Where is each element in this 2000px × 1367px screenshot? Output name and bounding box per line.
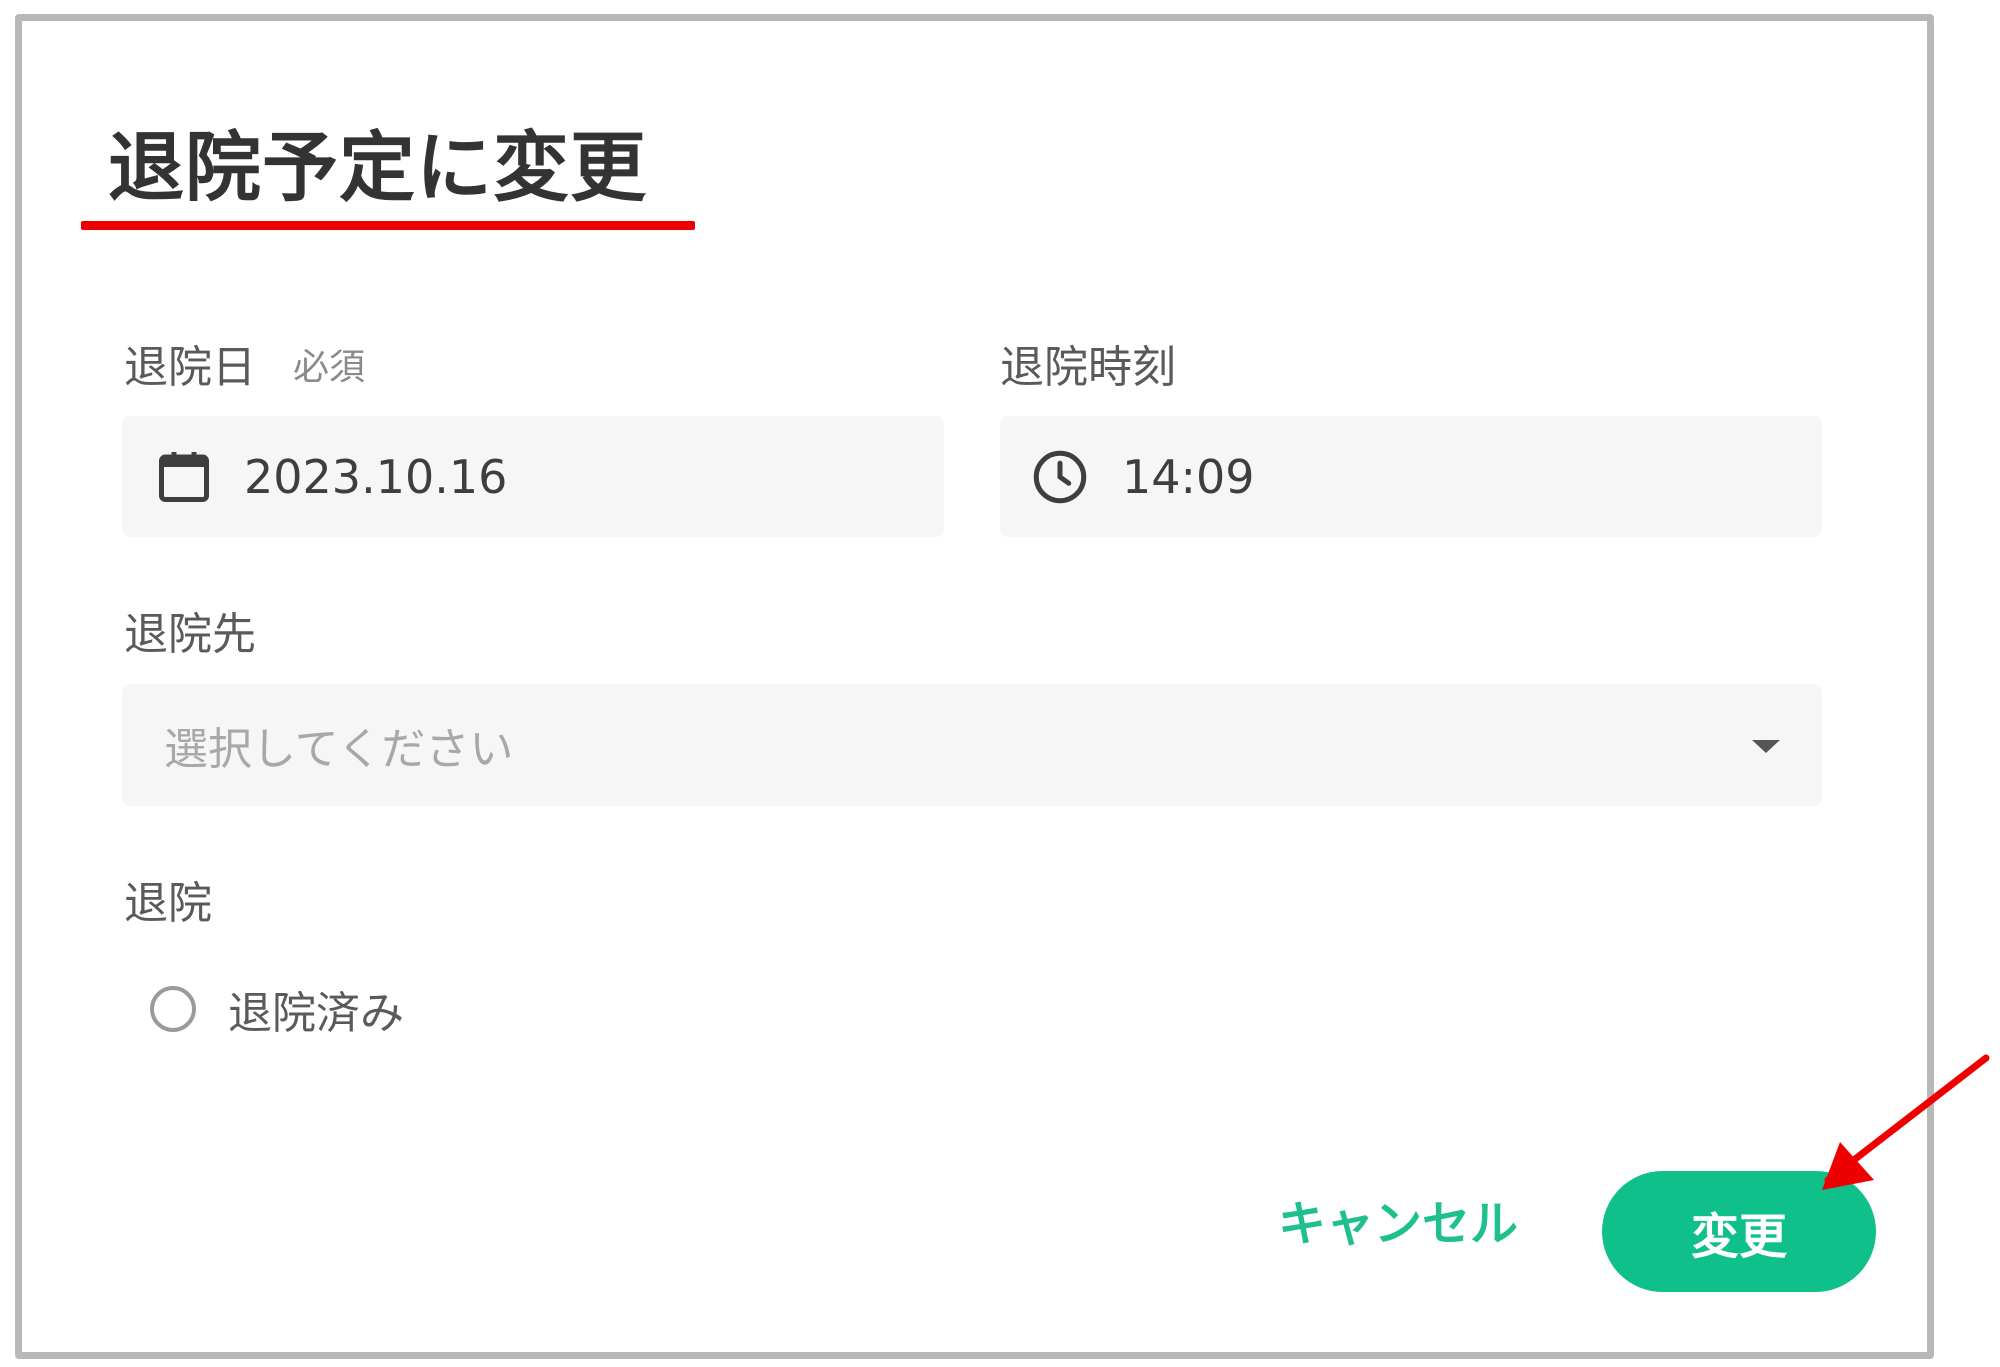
clock-icon [1030, 447, 1090, 507]
discharge-time-value: 14:09 [1122, 449, 1255, 504]
discharge-date-field[interactable]: 2023.10.16 [122, 416, 944, 537]
chevron-down-icon [1752, 740, 1780, 753]
destination-placeholder: 選択してください [164, 724, 514, 775]
required-tag: 必須 [293, 347, 366, 388]
discharge-time-field[interactable]: 14:09 [1000, 416, 1822, 537]
destination-label: 退院先 [124, 609, 256, 660]
annotation-arrow-icon [1822, 1054, 1990, 1190]
destination-select[interactable]: 選択してください [122, 684, 1822, 806]
title-highlight-underline [81, 221, 695, 230]
discharge-date-label: 退院日 [124, 342, 256, 393]
discharge-date-value: 2023.10.16 [244, 449, 508, 504]
discharge-time-label: 退院時刻 [1000, 342, 1176, 393]
discharged-radio-option[interactable]: 退院済み [150, 977, 404, 1041]
cancel-button[interactable]: キャンセル [1278, 1200, 1518, 1248]
dialog-title: 退院予定に変更 [108, 123, 647, 212]
discharged-radio-label: 退院済み [228, 988, 404, 1039]
calendar-icon [154, 447, 214, 507]
discharged-radio-button[interactable] [150, 986, 196, 1032]
discharge-status-label: 退院 [124, 878, 212, 929]
